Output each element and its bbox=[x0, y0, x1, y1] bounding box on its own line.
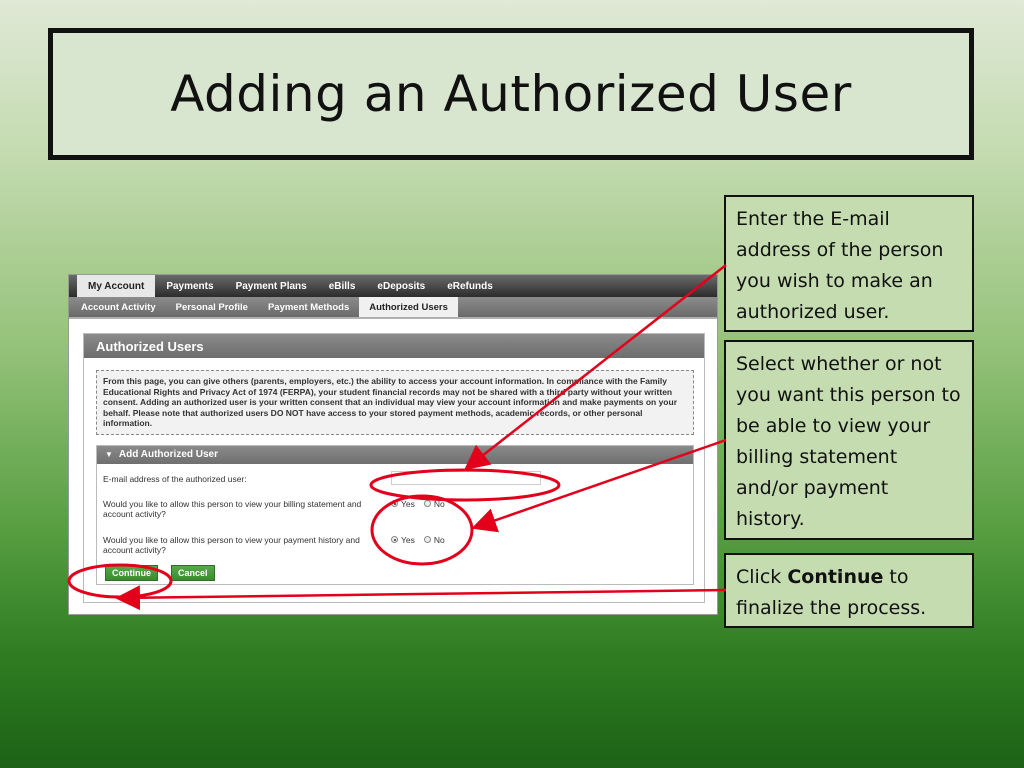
subpanel-header[interactable]: ▼ Add Authorized User bbox=[97, 445, 693, 464]
payment-question: Would you like to allow this person to v… bbox=[103, 534, 360, 555]
payment-no-radio[interactable] bbox=[423, 536, 431, 543]
callout-continue-bold: Continue bbox=[787, 566, 884, 588]
nav-erefunds[interactable]: eRefunds bbox=[436, 275, 504, 297]
slide-title-box: Adding an Authorized User bbox=[48, 28, 974, 160]
nav-edeposits[interactable]: eDeposits bbox=[366, 275, 436, 297]
billing-yes-radio[interactable] bbox=[391, 500, 398, 507]
callout-continue: Click Continue to finalize the process. bbox=[724, 553, 974, 628]
payment-options: Yes No bbox=[391, 535, 451, 545]
billing-question: Would you like to allow this person to v… bbox=[103, 498, 362, 519]
payment-yes-radio[interactable] bbox=[391, 536, 398, 543]
callout-continue-prefix: Click bbox=[736, 566, 788, 588]
authorized-users-panel: Authorized Users From this page, you can… bbox=[83, 333, 705, 603]
sub-nav: Account Activity Personal Profile Paymen… bbox=[69, 297, 717, 319]
nav-payments[interactable]: Payments bbox=[155, 275, 224, 297]
collapse-triangle-icon[interactable]: ▼ bbox=[105, 450, 113, 459]
subpanel-title: Add Authorized User bbox=[118, 449, 218, 460]
email-label: E-mail address of the authorized user: bbox=[103, 473, 247, 484]
payment-no-label: No bbox=[433, 534, 445, 545]
subnav-payment-methods[interactable]: Payment Methods bbox=[258, 297, 359, 317]
nav-payment-plans[interactable]: Payment Plans bbox=[225, 275, 318, 297]
payment-yes-label: Yes bbox=[401, 534, 415, 545]
billing-yes-label: Yes bbox=[401, 498, 415, 509]
callout-permissions: Select whether or not you want this pers… bbox=[724, 340, 974, 540]
billing-options: Yes No bbox=[391, 499, 451, 509]
slide-title: Adding an Authorized User bbox=[170, 65, 852, 123]
callout-email: Enter the E-mail address of the person y… bbox=[724, 195, 974, 332]
cancel-button[interactable]: Cancel bbox=[171, 564, 215, 581]
subnav-personal-profile[interactable]: Personal Profile bbox=[166, 297, 258, 317]
billing-no-label: No bbox=[433, 498, 445, 509]
app-screenshot: My Account Payments Payment Plans eBills… bbox=[68, 274, 718, 615]
top-nav: My Account Payments Payment Plans eBills… bbox=[69, 275, 717, 297]
email-input[interactable] bbox=[391, 470, 541, 485]
subnav-authorized-users[interactable]: Authorized Users bbox=[359, 297, 458, 317]
subnav-account-activity[interactable]: Account Activity bbox=[71, 297, 166, 317]
billing-no-radio[interactable] bbox=[423, 500, 431, 507]
continue-button[interactable]: Continue bbox=[105, 564, 158, 581]
panel-title: Authorized Users bbox=[84, 334, 704, 358]
add-authorized-user-section: ▼ Add Authorized User E-mail address of … bbox=[96, 444, 694, 585]
nav-my-account[interactable]: My Account bbox=[77, 275, 156, 297]
ferpa-info-text: From this page, you can give others (par… bbox=[96, 370, 694, 435]
nav-ebills[interactable]: eBills bbox=[318, 275, 367, 297]
